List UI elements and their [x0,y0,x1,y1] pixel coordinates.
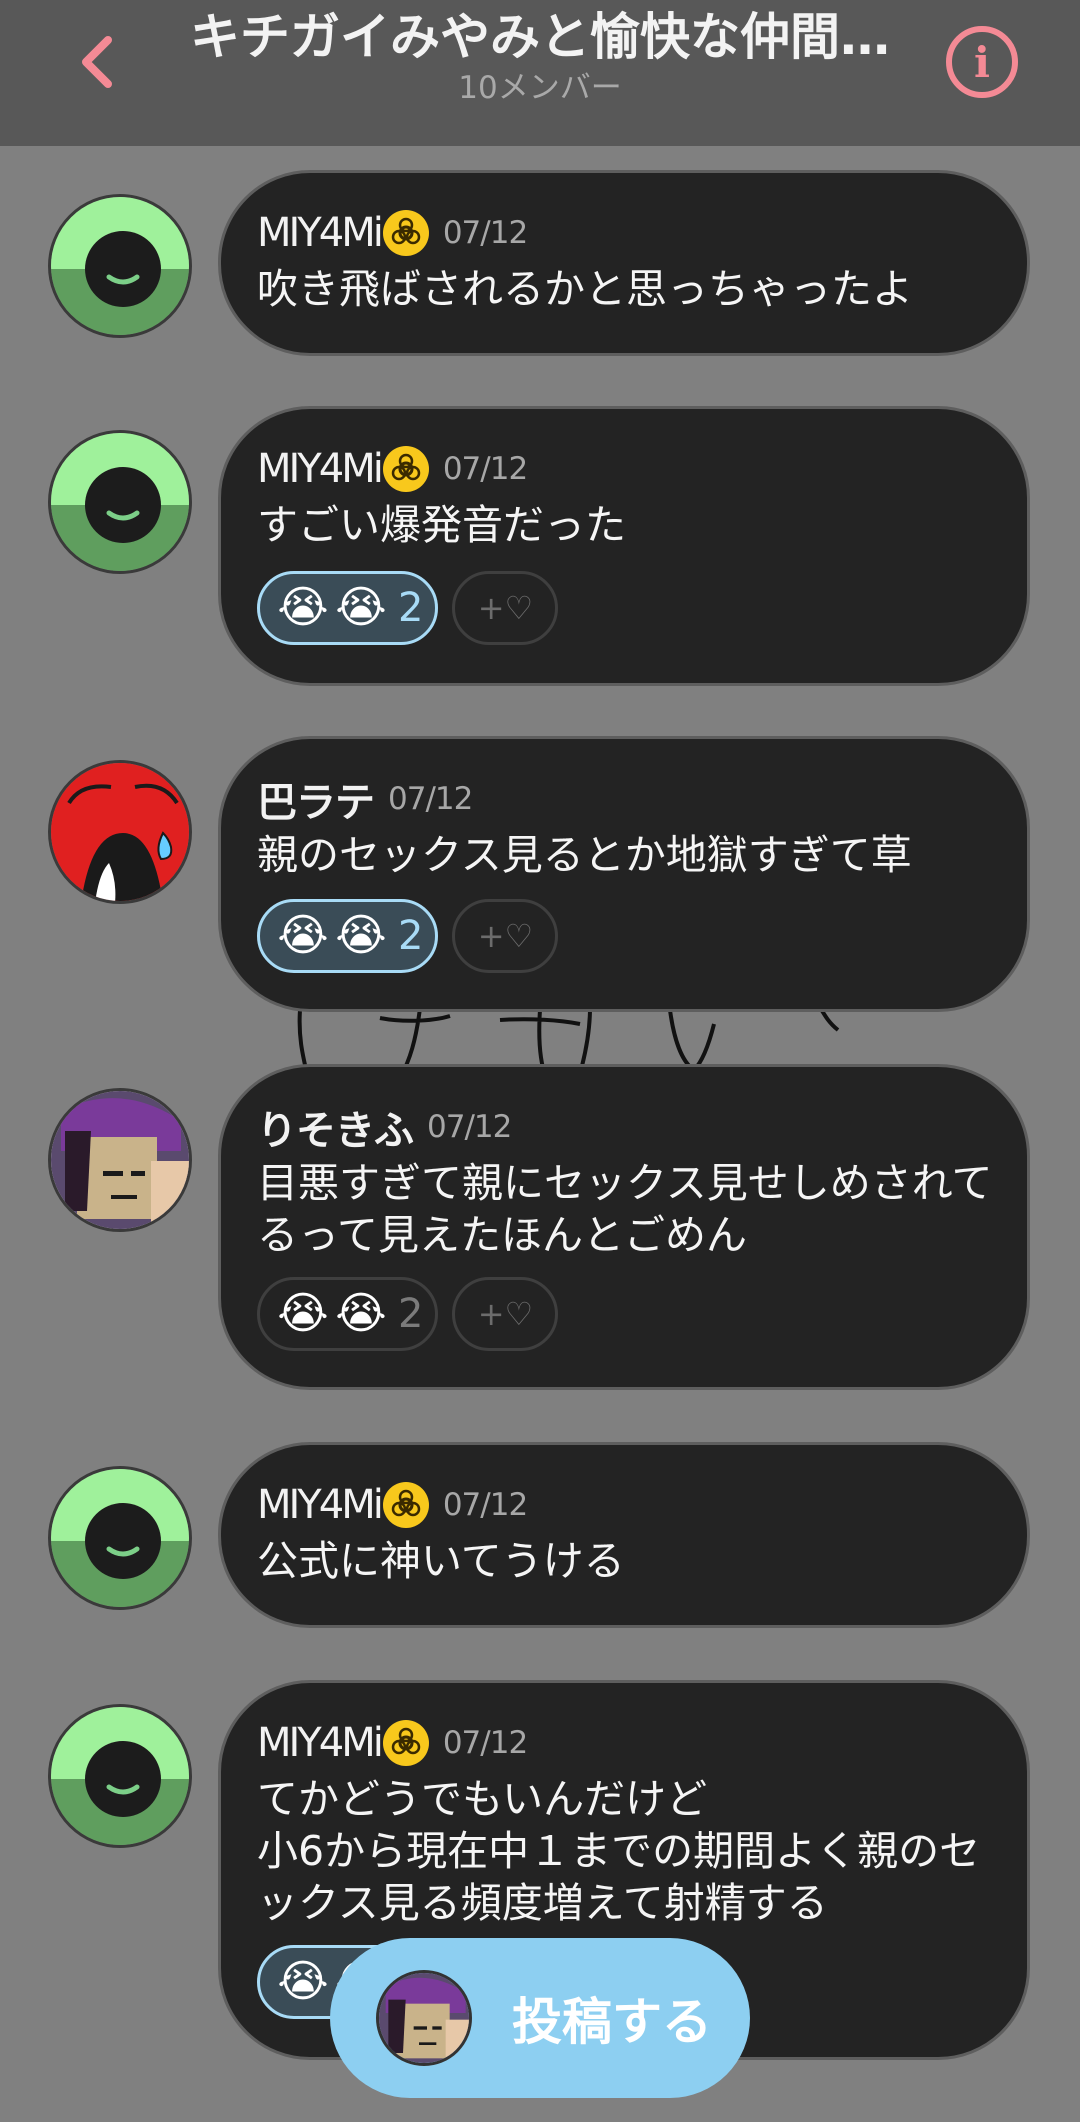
reaction-row: 😭 😭 2 +♡ [257,571,559,645]
reaction-count: 2 [398,585,424,631]
author-name[interactable]: MIY4Mi [257,446,384,492]
add-reaction-button[interactable]: +♡ [452,571,559,645]
author-name[interactable]: 巴ラテ [257,770,375,828]
reaction-pill[interactable]: 😭 😭 2 [257,899,439,973]
heart-plus-icon: +♡ [477,1295,534,1333]
biohazard-icon [382,446,429,492]
message-meta: MIY4Mi 07/12 [257,205,528,261]
message-meta: 巴ラテ 07/12 [257,770,473,828]
message-bubble[interactable]: りそきふ 07/12 目悪すぎて親にセックス見せしめされてるって見えたほんとごめ… [218,1064,1030,1390]
avatar [376,1970,472,2066]
reaction-row: 😭 😭 2 +♡ [257,899,559,973]
author-name[interactable]: MIY4Mi [257,210,384,256]
biohazard-icon [382,210,429,256]
message-meta: りそきふ 07/12 [257,1098,512,1156]
message-date: 07/12 [442,1487,528,1523]
reaction-count: 2 [398,1291,424,1337]
reaction-row: 😭 😭 2 +♡ [257,1277,559,1351]
crying-face-icon: 😭 [277,910,329,961]
message-meta: MIY4Mi 07/12 [257,1477,528,1533]
crying-face-icon: 😭 [277,1288,329,1339]
heart-plus-icon: +♡ [477,917,534,955]
author-name[interactable]: MIY4Mi [257,1482,384,1528]
message-meta: MIY4Mi 07/12 [257,1715,528,1771]
avatar[interactable] [48,1466,192,1610]
member-count[interactable]: 10メンバー [180,66,900,110]
group-title[interactable]: キチガイみやみと愉快な仲間… [180,6,900,68]
message-bubble[interactable]: MIY4Mi 07/12 公式に神いてうける [218,1442,1030,1628]
post-button-label: 投稿する [512,1993,712,2051]
message-meta: MIY4Mi 07/12 [257,441,528,497]
biohazard-icon [382,1482,429,1528]
crying-face-icon: 😭 [335,582,387,633]
avatar[interactable] [48,1704,192,1848]
message-text: てかどうでもいんだけど 小6から現在中１までの期間よく親のセックス見る頻度増えて… [257,1775,981,1927]
info-button[interactable]: i [946,26,1018,98]
message-bubble[interactable]: 巴ラテ 07/12 親のセックス見るとか地獄すぎて草 😭 😭 2 +♡ [218,736,1030,1012]
info-icon: i [974,37,990,87]
avatar[interactable] [48,430,192,574]
crying-face-icon: 😭 [277,582,329,633]
message-date: 07/12 [442,451,528,487]
reaction-pill[interactable]: 😭 😭 2 [257,571,439,645]
reaction-pill[interactable]: 😭 😭 2 [257,1277,439,1351]
message-date: 07/12 [442,1725,528,1761]
reaction-count: 2 [398,913,424,959]
crying-face-icon: 😭 [335,1288,387,1339]
message-text: 吹き飛ばされるかと思っちゃったよ [257,265,913,313]
avatar[interactable] [48,760,192,904]
chevron-left-icon [82,36,112,88]
heart-plus-icon: +♡ [477,589,534,627]
message-text: 公式に神いてうける [257,1537,625,1585]
message-bubble[interactable]: MIY4Mi 07/12 すごい爆発音だった 😭 😭 2 +♡ [218,406,1030,686]
message-text: 目悪すぎて親にセックス見せしめされてるって見えたほんとごめん [257,1159,993,1259]
message-bubble[interactable]: MIY4Mi 07/12 吹き飛ばされるかと思っちゃったよ [218,170,1030,356]
biohazard-icon [382,1720,429,1766]
author-name[interactable]: MIY4Mi [257,1720,384,1766]
avatar[interactable] [48,1088,192,1232]
back-button[interactable] [60,22,132,102]
message-date: 07/12 [388,781,473,817]
add-reaction-button[interactable]: +♡ [452,1277,559,1351]
crying-face-icon: 😭 [277,1956,329,2007]
message-text: 親のセックス見るとか地獄すぎて草 [257,831,912,879]
author-name[interactable]: りそきふ [257,1098,414,1156]
add-reaction-button[interactable]: +♡ [452,899,559,973]
top-bar: キチガイみやみと愉快な仲間… 10メンバー i [0,0,1080,146]
message-text: すごい爆発音だった [257,501,626,549]
avatar[interactable] [48,194,192,338]
message-date: 07/12 [442,215,528,251]
crying-face-icon: 😭 [335,910,387,961]
post-button[interactable]: 投稿する [330,1938,750,2098]
message-date: 07/12 [427,1109,512,1145]
